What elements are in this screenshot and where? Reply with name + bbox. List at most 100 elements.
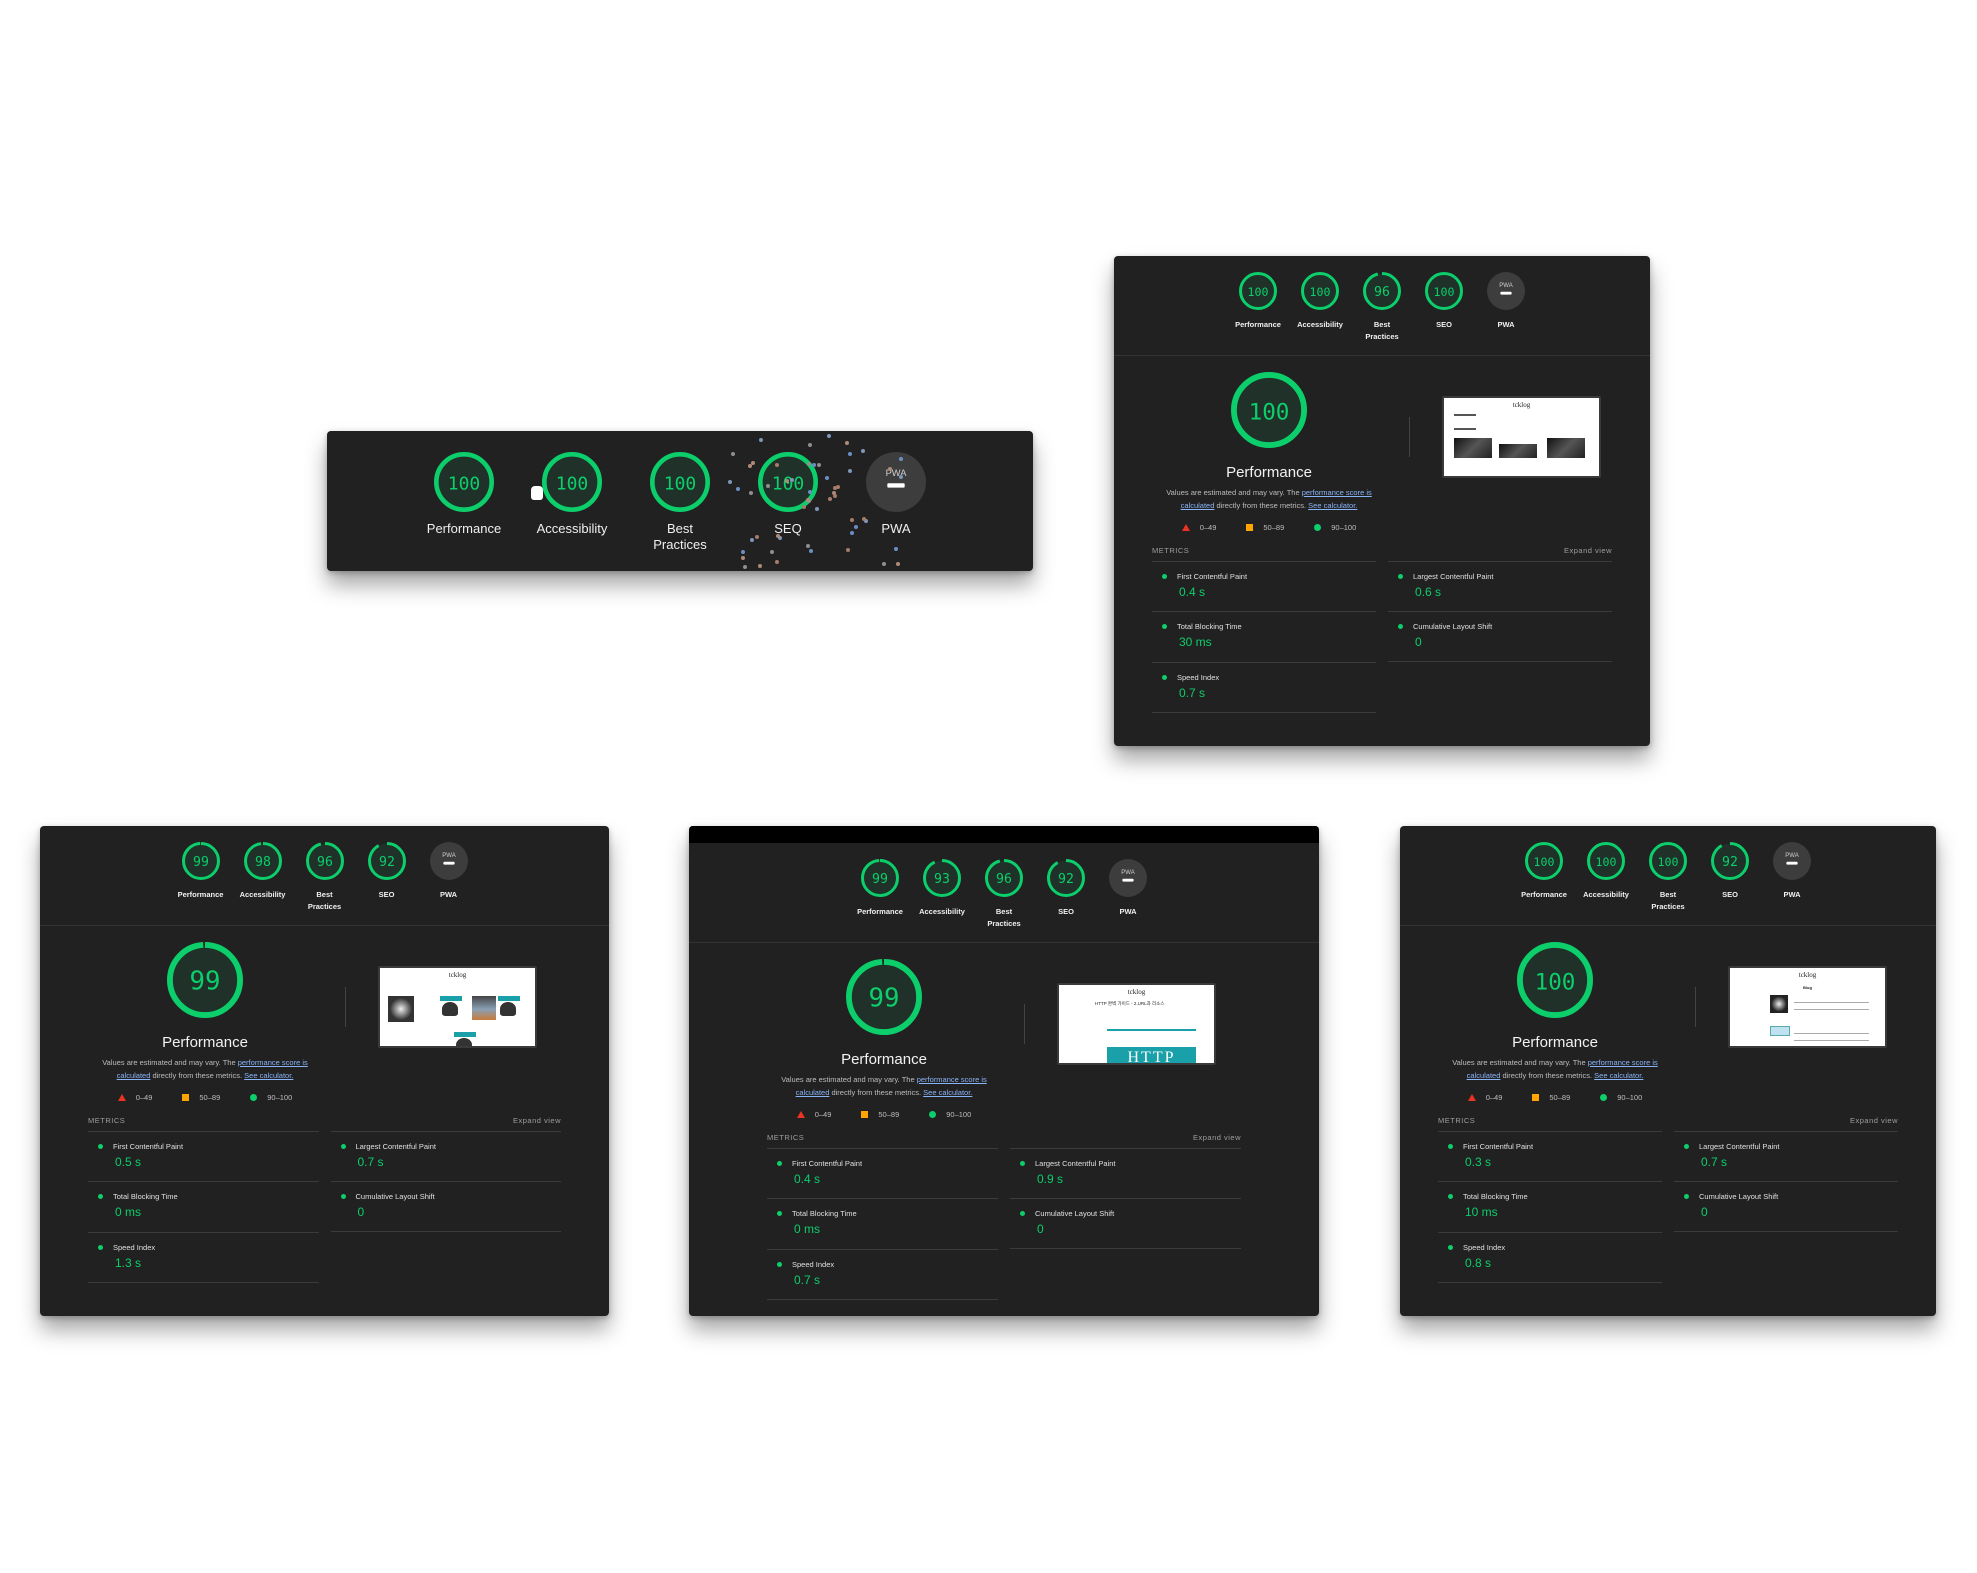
legend-range: 0–49: [814, 1109, 832, 1119]
lighthouse-report-tags: 99 Performance 98 Accessibility 96 Best Practi…: [40, 826, 609, 1316]
page-screenshot-thumbnail[interactable]: tcklog: [378, 966, 537, 1048]
metric-tbt: Total Blocking Time 10 ms: [1438, 1181, 1662, 1231]
performance-score-gauge[interactable]: 99 Performance Values are estimated and ma…: [90, 941, 320, 1102]
gauge-best-practices[interactable]: 96 Best Practices: [1360, 271, 1404, 343]
see-calculator-link[interactable]: See calculator.: [1308, 501, 1357, 510]
expand-view-button[interactable]: Expand view: [1564, 546, 1612, 555]
performance-score-gauge[interactable]: 100 Performance Values are estimated and m…: [1440, 941, 1670, 1102]
gauge-label: SEO: [378, 890, 395, 899]
gauge-performance[interactable]: 99 Performance: [178, 841, 223, 913]
see-calculator-link[interactable]: See calculator.: [1594, 1071, 1643, 1080]
gauge-best-practices[interactable]: 100 Best Practices: [640, 451, 720, 554]
expand-view-button[interactable]: Expand view: [1193, 1133, 1241, 1142]
legend-item: 90–100: [250, 1093, 292, 1102]
gauge-accessibility[interactable]: 93 Accessibility: [919, 858, 965, 930]
gauge-best-practices[interactable]: 96 Best Practices: [982, 858, 1026, 930]
see-calculator-link[interactable]: See calculator.: [923, 1088, 972, 1097]
metric-value: 0.7 s: [357, 1155, 384, 1169]
legend-range: 50–89: [199, 1092, 221, 1102]
gauge-pwa[interactable]: PWA PWA: [1484, 271, 1528, 343]
gauge-score: 92: [379, 855, 395, 870]
metric-empty: [1674, 1232, 1898, 1281]
performance-score-gauge[interactable]: 99 Performance Values are estimated and ma…: [769, 958, 999, 1119]
thumbnail-cat-image: [456, 1038, 472, 1046]
see-calculator-link[interactable]: See calculator.: [244, 1071, 293, 1080]
header-divider: [689, 942, 1319, 943]
expand-view-button[interactable]: Expand view: [513, 1116, 561, 1125]
gauge-score: 100: [1596, 855, 1617, 869]
disclaimer-text: directly from these metrics.: [1214, 500, 1309, 510]
expand-view-button[interactable]: Expand view: [1850, 1116, 1898, 1125]
gauge-label: Performance: [1521, 890, 1567, 899]
metric-name: Speed Index: [777, 1260, 998, 1269]
performance-score-ring: 100: [1516, 941, 1594, 1019]
legend-item: 90–100: [1600, 1093, 1642, 1102]
score-legend: 0–49 50–89 90–100: [90, 1093, 320, 1102]
thumbnail-image: [1499, 444, 1537, 458]
gauge-best-practices[interactable]: 96 Best Practices: [303, 841, 347, 913]
gauge-best-practices[interactable]: 100 Best Practices: [1646, 841, 1690, 913]
confetti-dot: [893, 547, 898, 552]
gauge-score: 92: [1722, 855, 1738, 870]
section-separator: [1409, 417, 1410, 457]
gauge-pwa[interactable]: PWA PWA: [427, 841, 471, 913]
gauge-label: Best Practices: [1365, 319, 1398, 343]
gauge-accessibility-ring: 100: [1301, 272, 1339, 310]
pass-circle-icon: [1398, 574, 1403, 579]
circle-icon: [250, 1093, 258, 1101]
metric-label: Speed Index: [1463, 1243, 1506, 1252]
gauge-performance[interactable]: 100 Performance: [424, 451, 504, 554]
metric-si: Speed Index 0.8 s: [1438, 1232, 1662, 1283]
confetti-dot: [825, 475, 830, 480]
gauge-seo[interactable]: 100 SEO: [1422, 271, 1466, 343]
confetti-dot: [775, 560, 779, 565]
gauge-score: 98: [255, 855, 271, 870]
metric-label: First Contentful Paint: [113, 1142, 184, 1151]
pass-circle-icon: [1448, 1144, 1453, 1149]
legend-range: 90–100: [267, 1092, 293, 1102]
pwa-badge-background: [429, 842, 468, 880]
page-screenshot-thumbnail[interactable]: tcklog Blog: [1728, 966, 1887, 1048]
gauge-accessibility[interactable]: 100 Accessibility: [1297, 271, 1343, 343]
minus-icon: [1122, 878, 1134, 882]
metric-value: 0: [357, 1205, 365, 1219]
gauge-label: Accessibility: [1583, 890, 1629, 899]
metric-value: 0 ms: [794, 1222, 821, 1236]
metric-name: First Contentful Paint: [1448, 1142, 1662, 1151]
performance-score-gauge[interactable]: 100 Performance Values are estimated and m…: [1154, 371, 1384, 532]
circle-icon: [1600, 1093, 1608, 1101]
confetti-dot: [731, 451, 736, 456]
metric-value: 0.9 s: [1037, 1172, 1064, 1186]
gauge-accessibility[interactable]: 100 Accessibility: [532, 451, 612, 554]
metric-fcp: First Contentful Paint 0.5 s: [88, 1131, 319, 1181]
gauge-score: 99: [872, 872, 888, 887]
gauge-seo[interactable]: 92 SEO: [1044, 858, 1088, 930]
confetti-dot: [850, 530, 855, 535]
score-disclaimer: Values are estimated and may vary. The p…: [769, 1074, 999, 1100]
gauge-accessibility-ring: 98: [243, 842, 282, 880]
gauge-performance[interactable]: 100 Performance: [1235, 271, 1281, 343]
gauge-pwa[interactable]: PWA PWA: [1770, 841, 1814, 913]
gauge-accessibility[interactable]: 98 Accessibility: [240, 841, 285, 913]
gauge-seo-ring: 92: [367, 842, 406, 880]
page-screenshot-thumbnail[interactable]: tcklog: [1442, 396, 1601, 478]
performance-title: Performance: [1226, 464, 1312, 481]
gauge-performance[interactable]: 99 Performance: [857, 858, 903, 930]
confetti-dot: [728, 479, 733, 484]
gauge-best_practices-ring: 96: [985, 859, 1023, 897]
gauge-score: 100: [1658, 855, 1679, 869]
page-screenshot-thumbnail[interactable]: tcklog HTTP 완벽 가이드 - 2.URL과 리소스 HTTP: [1057, 983, 1216, 1065]
gauge-pwa[interactable]: PWA PWA: [1106, 858, 1150, 930]
performance-title: Performance: [841, 1051, 927, 1068]
gauge-accessibility[interactable]: 100 Accessibility: [1583, 841, 1629, 913]
pwa-badge-background: [1773, 842, 1811, 880]
gauge-label: Best Practices: [987, 906, 1020, 930]
metric-cls: Cumulative Layout Shift 0: [1010, 1198, 1241, 1249]
gauge-seo[interactable]: 92 SEO: [365, 841, 409, 913]
metrics-header: METRICS Expand view: [1438, 1116, 1898, 1125]
metric-fcp: First Contentful Paint 0.4 s: [1152, 561, 1376, 611]
gauge-score: 100: [1248, 285, 1269, 299]
gauge-performance[interactable]: 100 Performance: [1521, 841, 1567, 913]
gauge-seo[interactable]: 92 SEO: [1708, 841, 1752, 913]
label-line: Best: [1373, 320, 1391, 329]
